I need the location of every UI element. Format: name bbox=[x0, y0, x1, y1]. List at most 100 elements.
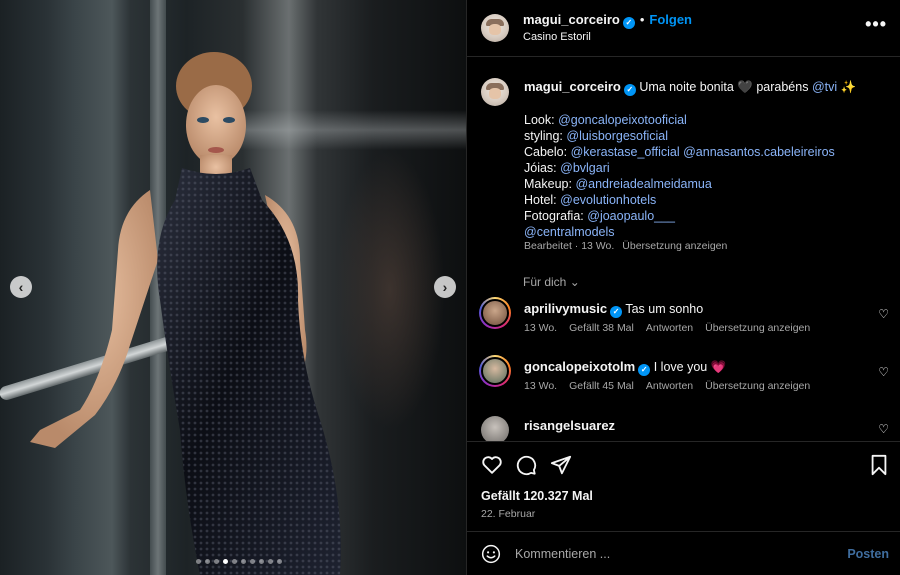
comment-input[interactable] bbox=[515, 544, 815, 564]
carousel-dot[interactable] bbox=[205, 559, 210, 564]
caption-text: Uma noite bonita 🖤 parabéns bbox=[639, 80, 809, 94]
send-paper-plane-icon[interactable] bbox=[550, 454, 572, 476]
comment-age: 13 Wo. bbox=[524, 322, 558, 334]
reply-button[interactable]: Antworten bbox=[646, 380, 693, 392]
woman-figure bbox=[30, 52, 341, 575]
caption-credits: Look: @goncalopeixotooficial styling: @lu… bbox=[524, 112, 884, 240]
comment-composer: Posten bbox=[467, 531, 900, 575]
post-photo[interactable]: ‹ › bbox=[0, 0, 466, 575]
carousel-dot[interactable] bbox=[196, 559, 201, 564]
carousel-dot[interactable] bbox=[241, 559, 246, 564]
author-line: magui_corceiro ✓ • Folgen bbox=[523, 12, 692, 29]
author-username[interactable]: magui_corceiro bbox=[523, 12, 620, 27]
credit-label: Look: bbox=[524, 113, 555, 127]
carousel-dot[interactable] bbox=[223, 559, 228, 564]
commenter-avatar[interactable] bbox=[479, 297, 511, 329]
chevron-right-icon: › bbox=[442, 279, 448, 295]
carousel-dot[interactable] bbox=[259, 559, 264, 564]
carousel-dots bbox=[196, 559, 282, 564]
commenter-avatar[interactable] bbox=[479, 355, 511, 387]
caption-credit-line: Fotografia: @joaopaulo___ bbox=[524, 208, 884, 224]
carousel-dot[interactable] bbox=[250, 559, 255, 564]
comment-likes[interactable]: Gefällt 38 Mal bbox=[569, 322, 634, 334]
comment-text: I love you 💗 bbox=[653, 360, 727, 374]
more-options-icon[interactable]: ••• bbox=[865, 14, 887, 35]
sparkles-emoji: ✨ bbox=[840, 80, 857, 94]
caption-translate-link[interactable]: Übersetzung anzeigen bbox=[622, 240, 727, 252]
translate-link[interactable]: Übersetzung anzeigen bbox=[705, 380, 810, 392]
comments-section[interactable]: magui_corceiro ✓ Uma noite bonita 🖤 parab… bbox=[467, 58, 900, 441]
comment-text-line: aprilivymusic ✓ Tas um sonho bbox=[524, 301, 703, 318]
mention-link[interactable]: @tvi bbox=[812, 80, 837, 94]
mention-link[interactable]: @centralmodels bbox=[524, 225, 615, 239]
for-you-filter[interactable]: Für dich ⌄ bbox=[523, 275, 580, 289]
chevron-left-icon: ‹ bbox=[18, 279, 24, 295]
carousel-dot[interactable] bbox=[232, 559, 237, 564]
mention-link[interactable]: @kerastase_official bbox=[571, 145, 680, 159]
caption-credit-line: Makeup: @andreiadealmeidamua bbox=[524, 176, 884, 192]
post-location[interactable]: Casino Estoril bbox=[523, 31, 591, 43]
post-actions: Gefällt 120.327 Mal 22. Februar bbox=[467, 441, 900, 531]
for-you-label: Für dich bbox=[523, 275, 567, 289]
verified-badge-icon: ✓ bbox=[622, 17, 635, 29]
author-avatar[interactable] bbox=[481, 14, 509, 42]
separator-dot: • bbox=[639, 12, 645, 27]
post-header: magui_corceiro ✓ • Folgen Casino Estoril ••… bbox=[467, 0, 900, 57]
credit-label: Fotografia: bbox=[524, 209, 584, 223]
comment-like-heart-icon[interactable]: ♡ bbox=[878, 307, 889, 321]
mention-link[interactable]: @evolutionhotels bbox=[560, 193, 656, 207]
caption-author-avatar[interactable] bbox=[481, 78, 509, 106]
credit-label: Cabelo: bbox=[524, 145, 568, 159]
comment-age: 13 Wo. bbox=[524, 380, 558, 392]
commenter-username[interactable]: risangelsuarez bbox=[524, 418, 615, 433]
post-caption: magui_corceiro ✓ Uma noite bonita 🖤 parab… bbox=[524, 79, 884, 240]
post-date: 22. Februar bbox=[481, 508, 536, 520]
caption-credit-line: styling: @luisborgesoficial bbox=[524, 128, 884, 144]
caption-credit-line: Jóias: @bvlgari bbox=[524, 160, 884, 176]
comment-meta: 13 Wo. Gefällt 45 Mal Antworten Übersetzung… bbox=[524, 380, 822, 392]
caption-meta: Bearbeitet · 13 Wo. Übersetzung anzeigen bbox=[524, 240, 727, 252]
reply-button[interactable]: Antworten bbox=[646, 322, 693, 334]
follow-button[interactable]: Folgen bbox=[649, 12, 692, 27]
carousel-dot[interactable] bbox=[277, 559, 282, 564]
chevron-down-icon: ⌄ bbox=[569, 275, 580, 289]
comment-text-line: risangelsuarez bbox=[524, 418, 615, 433]
comment-likes[interactable]: Gefällt 45 Mal bbox=[569, 380, 634, 392]
comment-meta: 13 Wo. Gefällt 38 Mal Antworten Übersetzung… bbox=[524, 322, 822, 334]
caption-credit-line: Cabelo: @kerastase_official @annasantos.… bbox=[524, 144, 884, 160]
credit-label: Hotel: bbox=[524, 193, 557, 207]
mention-link[interactable]: @luisborgesoficial bbox=[566, 129, 668, 143]
carousel-next-button[interactable]: › bbox=[434, 276, 456, 298]
carousel-dot[interactable] bbox=[214, 559, 219, 564]
caption-credit-line: @centralmodels bbox=[524, 224, 884, 240]
caption-username[interactable]: magui_corceiro bbox=[524, 79, 621, 94]
carousel-prev-button[interactable]: ‹ bbox=[10, 276, 32, 298]
emoji-smiley-icon[interactable] bbox=[481, 544, 501, 564]
verified-badge-icon: ✓ bbox=[610, 306, 623, 318]
credit-label: Jóias: bbox=[524, 161, 557, 175]
likes-count[interactable]: Gefällt 120.327 Mal bbox=[481, 489, 593, 503]
comment-text: Tas um sonho bbox=[625, 302, 704, 316]
verified-badge-icon: ✓ bbox=[638, 364, 651, 376]
commenter-username[interactable]: aprilivymusic bbox=[524, 301, 607, 316]
post-comment-button[interactable]: Posten bbox=[847, 547, 889, 561]
credit-label: Makeup: bbox=[524, 177, 572, 191]
comment-bubble-icon[interactable] bbox=[515, 454, 537, 476]
bookmark-icon[interactable] bbox=[869, 454, 889, 476]
commenter-username[interactable]: goncalopeixotolm bbox=[524, 359, 635, 374]
comment-text-line: goncalopeixotolm ✓ I love you 💗 bbox=[524, 359, 726, 376]
translate-link[interactable]: Übersetzung anzeigen bbox=[705, 322, 810, 334]
post-side-panel: magui_corceiro ✓ • Folgen Casino Estoril ••… bbox=[466, 0, 900, 575]
mention-link[interactable]: @bvlgari bbox=[560, 161, 610, 175]
comment-like-heart-icon[interactable]: ♡ bbox=[878, 422, 889, 436]
commenter-avatar[interactable] bbox=[481, 416, 509, 441]
mention-link[interactable]: @joaopaulo___ bbox=[587, 209, 675, 223]
comment-like-heart-icon[interactable]: ♡ bbox=[878, 365, 889, 379]
mention-link[interactable]: @goncalopeixotooficial bbox=[558, 113, 687, 127]
carousel-dot[interactable] bbox=[268, 559, 273, 564]
mention-link[interactable]: @andreiadealmeidamua bbox=[575, 177, 711, 191]
heart-icon[interactable] bbox=[481, 454, 503, 476]
caption-edited-time: Bearbeitet · 13 Wo. bbox=[524, 240, 615, 252]
caption-credit-line: Hotel: @evolutionhotels bbox=[524, 192, 884, 208]
mention-link[interactable]: @annasantos.cabeleireiros bbox=[683, 145, 835, 159]
